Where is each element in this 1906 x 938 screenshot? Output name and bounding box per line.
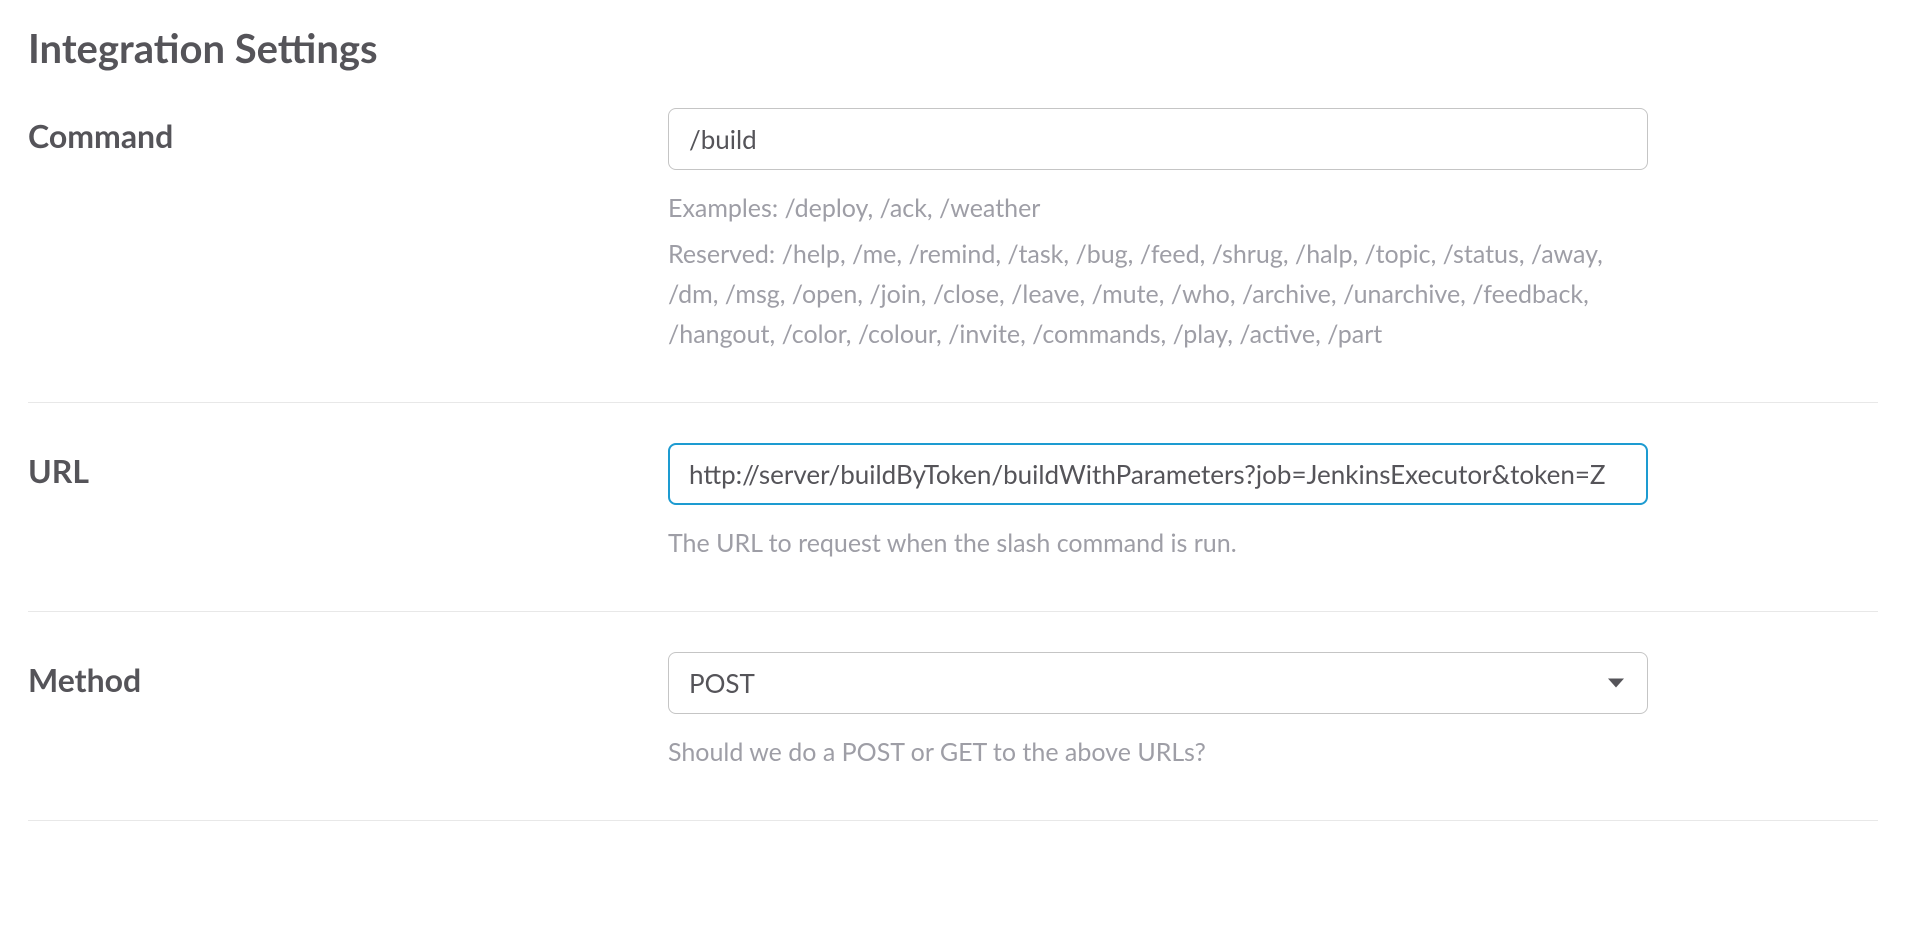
url-input[interactable]: [668, 443, 1648, 505]
url-label: URL: [28, 451, 89, 490]
method-label: Method: [28, 660, 141, 699]
url-help: The URL to request when the slash comman…: [668, 523, 1648, 563]
command-row: Command Examples: /deploy, /ack, /weathe…: [28, 108, 1878, 403]
method-help: Should we do a POST or GET to the above …: [668, 732, 1648, 772]
url-row: URL The URL to request when the slash co…: [28, 443, 1878, 612]
method-row: Method POST Should we do a POST or GET t…: [28, 652, 1878, 821]
command-input[interactable]: [668, 108, 1648, 170]
method-select[interactable]: POST: [668, 652, 1648, 714]
command-help-reserved: Reserved: /help, /me, /remind, /task, /b…: [668, 234, 1648, 354]
command-label: Command: [28, 116, 173, 155]
command-help-examples: Examples: /deploy, /ack, /weather: [668, 188, 1648, 228]
page-title: Integration Settings: [28, 24, 1878, 72]
